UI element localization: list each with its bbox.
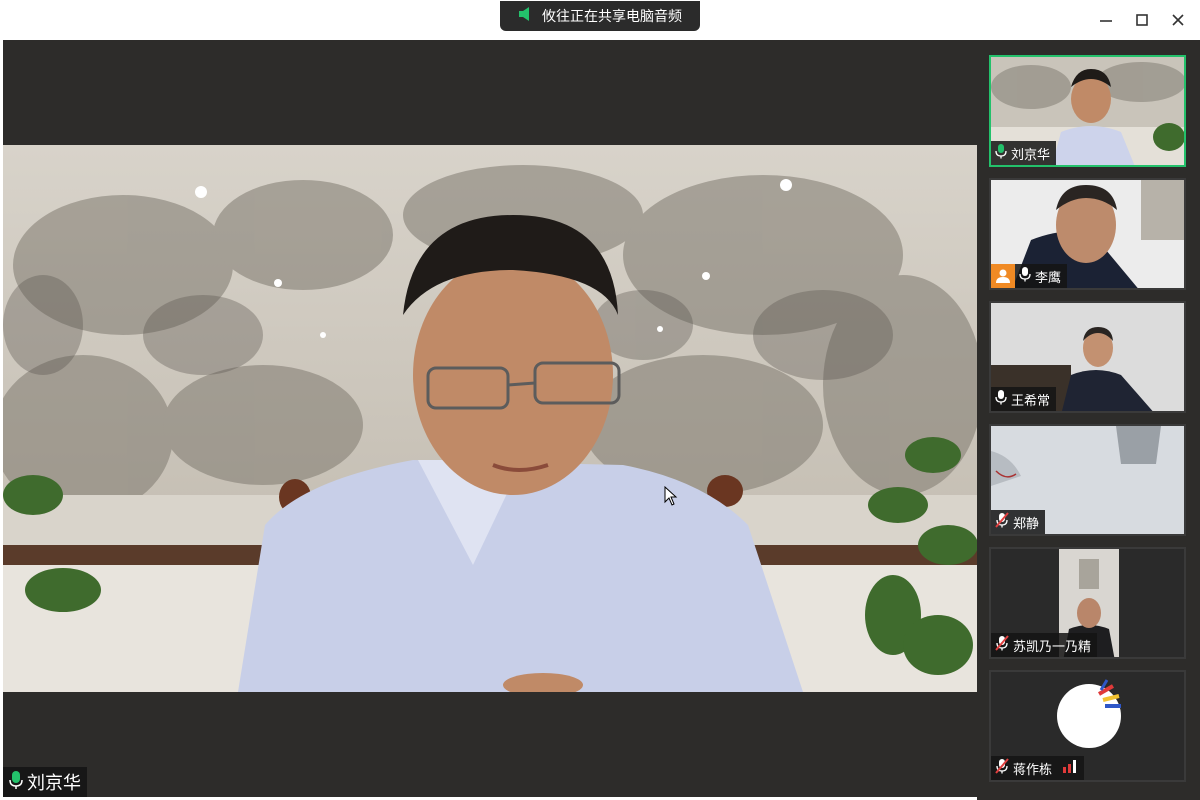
participant-tile[interactable]: 郑静 <box>989 424 1186 536</box>
main-video-scene <box>3 145 977 692</box>
mic-muted-icon <box>995 635 1009 655</box>
share-banner-text: 攸往正在共享电脑音频 <box>542 9 682 25</box>
signal-strength-icon <box>1062 759 1078 777</box>
participant-tile[interactable]: 李鹰 <box>989 178 1186 290</box>
mic-on-icon <box>995 389 1007 409</box>
host-avatar-icon <box>991 264 1015 288</box>
participant-tile[interactable]: 苏凯乃一乃精 <box>989 547 1186 659</box>
maximize-button[interactable] <box>1130 8 1154 32</box>
share-audio-banner[interactable]: 攸往正在共享电脑音频 <box>500 1 700 31</box>
participant-name: 蒋作栋 <box>1013 762 1053 778</box>
minimize-icon <box>1100 20 1112 22</box>
main-speaker-name: 刘京华 <box>27 773 81 794</box>
minimize-button[interactable] <box>1094 8 1118 32</box>
participant-name: 李鹰 <box>1035 270 1062 286</box>
participant-label: 王希常 <box>991 387 1057 411</box>
speaker-icon <box>518 6 534 26</box>
close-icon <box>1172 14 1184 26</box>
main-video-stage[interactable]: 刘京华 <box>3 40 977 797</box>
participant-tile[interactable]: 蒋作栋 <box>989 670 1186 782</box>
title-bar: 攸往正在共享电脑音频 <box>0 0 1200 40</box>
mic-on-icon <box>9 770 23 795</box>
participant-name: 王希常 <box>1011 393 1051 409</box>
participant-tile[interactable]: 刘京华 <box>989 55 1186 167</box>
participant-label: 郑静 <box>991 510 1046 534</box>
mic-on-icon <box>1019 266 1031 286</box>
mic-on-icon <box>995 143 1007 163</box>
participant-name: 苏凯乃一乃精 <box>1013 639 1092 655</box>
participant-label: 蒋作栋 <box>991 756 1085 780</box>
maximize-icon <box>1136 14 1148 26</box>
main-video-feed <box>3 145 977 692</box>
participant-name: 刘京华 <box>1011 147 1051 163</box>
participant-label: 刘京华 <box>991 141 1057 165</box>
mic-muted-icon <box>995 512 1009 532</box>
participant-label: 苏凯乃一乃精 <box>991 633 1098 657</box>
participant-sidebar: 刘京华 李鹰 王希常 郑静 苏凯乃一乃精 蒋作栋 <box>977 40 1200 800</box>
participant-name: 郑静 <box>1013 516 1040 532</box>
main-speaker-tag: 刘京华 <box>3 767 87 797</box>
close-button[interactable] <box>1166 8 1190 32</box>
mouse-cursor-icon <box>664 485 678 510</box>
mic-muted-icon <box>995 758 1009 778</box>
participant-tile[interactable]: 王希常 <box>989 301 1186 413</box>
participant-label: 李鹰 <box>991 264 1068 288</box>
